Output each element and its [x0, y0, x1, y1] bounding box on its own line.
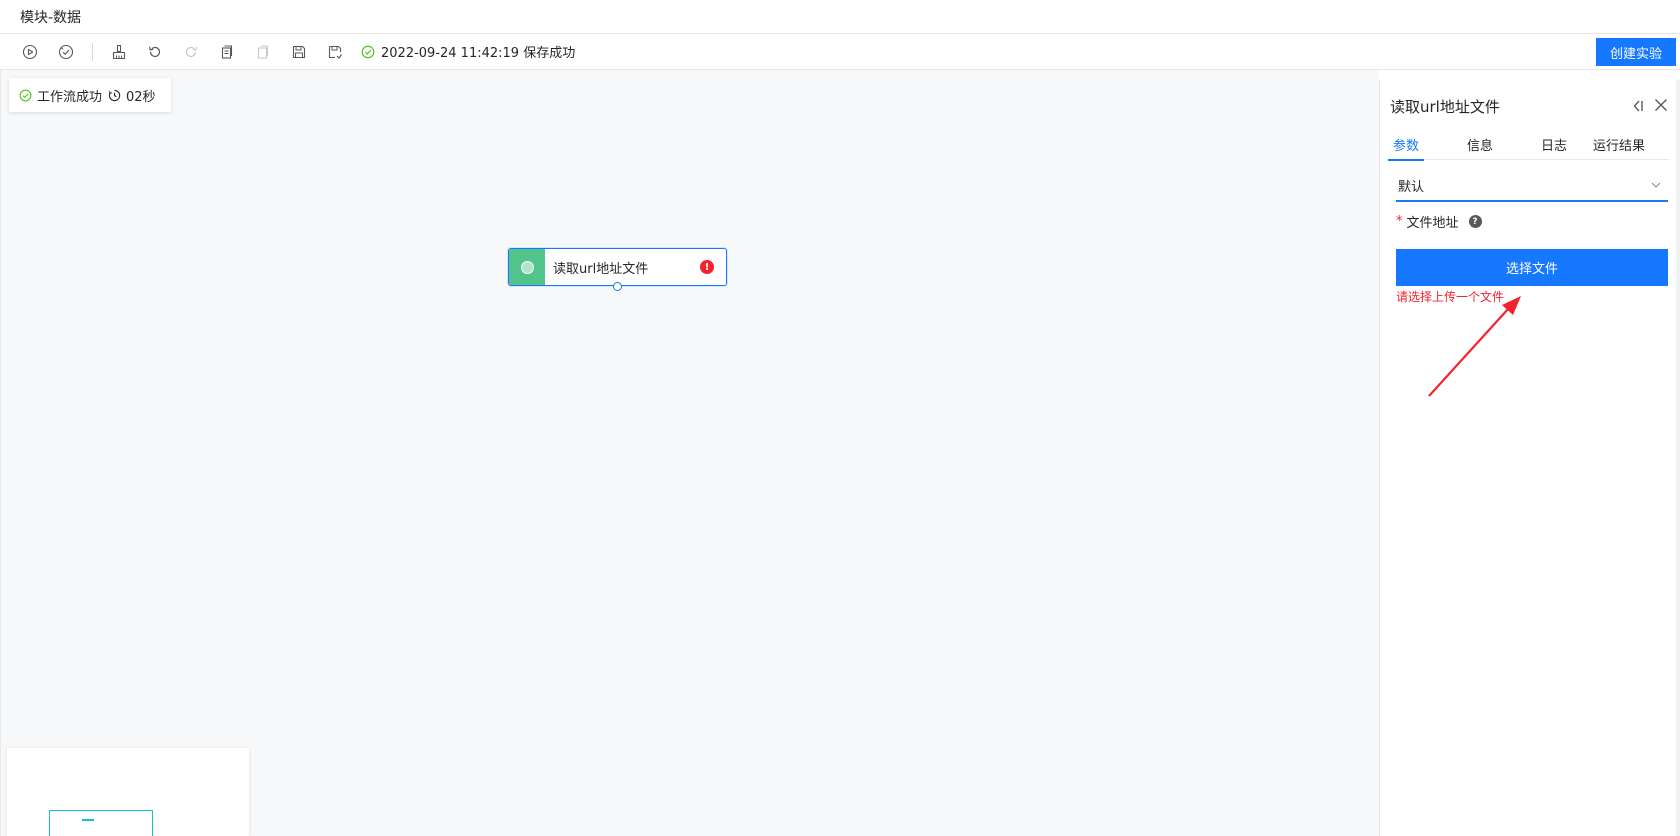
- create-experiment-button[interactable]: 创建实验: [1596, 38, 1676, 66]
- file-address-label-text: 文件地址: [1406, 216, 1459, 231]
- choose-file-button[interactable]: 选择文件: [1396, 249, 1668, 286]
- panel-tabs: 参数 信息 日志 运行结果: [1388, 128, 1669, 161]
- copy-icon[interactable]: [217, 42, 237, 62]
- redo-icon[interactable]: [181, 42, 201, 62]
- save-icon[interactable]: [289, 42, 309, 62]
- tab-run-result[interactable]: 运行结果: [1588, 128, 1650, 160]
- node-output-port[interactable]: [613, 282, 622, 291]
- node-error-icon[interactable]: !: [700, 260, 714, 274]
- save-status-text: 2022-09-24 11:42:19 保存成功: [381, 46, 576, 61]
- chevron-down-icon: [1651, 182, 1661, 188]
- success-check-icon: [19, 89, 32, 101]
- clean-icon[interactable]: [109, 42, 129, 62]
- paste-icon[interactable]: [253, 42, 273, 62]
- panel-title: 读取url地址文件: [1390, 98, 1500, 116]
- workflow-status-card: 工作流成功 02秒: [9, 78, 171, 112]
- panel-scroll-edge: [1676, 80, 1680, 836]
- save-as-icon[interactable]: [325, 42, 345, 62]
- tab-log[interactable]: 日志: [1536, 128, 1572, 160]
- timer-icon: [108, 89, 121, 101]
- file-error-message: 请选择上传一个文件: [1396, 290, 1505, 304]
- close-icon[interactable]: [1653, 97, 1669, 113]
- select-value: 默认: [1398, 179, 1425, 195]
- check-run-icon[interactable]: [56, 42, 76, 62]
- file-address-label: * 文件地址 ?: [1396, 212, 1482, 231]
- minimap-node: [82, 819, 94, 821]
- collapse-panel-icon[interactable]: [1630, 98, 1646, 114]
- run-icon[interactable]: [20, 42, 40, 62]
- node-properties-panel: 读取url地址文件 参数 信息 日志 运行结果 默认 * 文件地址 ? 选择文件…: [1379, 80, 1676, 836]
- window-title-bar: 模块-数据: [0, 0, 1680, 34]
- node-label: 读取url地址文件: [553, 261, 649, 277]
- success-check-icon: [361, 45, 375, 58]
- workflow-node-read-url-file[interactable]: 读取url地址文件 !: [508, 248, 727, 291]
- toolbar: 2022-09-24 11:42:19 保存成功 创建实验: [0, 34, 1680, 70]
- toolbar-divider: [92, 42, 93, 61]
- undo-icon[interactable]: [145, 42, 165, 62]
- required-mark: *: [1396, 214, 1403, 229]
- tab-info[interactable]: 信息: [1462, 128, 1498, 160]
- workflow-canvas[interactable]: 工作流成功 02秒 读取url地址文件 !: [0, 70, 1379, 836]
- workflow-status-text: 工作流成功: [37, 89, 103, 105]
- workflow-duration: 02秒: [126, 89, 156, 105]
- save-status: 2022-09-24 11:42:19 保存成功: [361, 42, 575, 61]
- node-type-icon: [509, 249, 545, 285]
- minimap-viewport[interactable]: [49, 810, 153, 836]
- help-icon[interactable]: ?: [1468, 215, 1482, 228]
- minimap[interactable]: [7, 748, 249, 836]
- window-title: 模块-数据: [20, 9, 82, 26]
- param-group-select[interactable]: 默认: [1396, 170, 1668, 202]
- tab-params[interactable]: 参数: [1388, 128, 1424, 161]
